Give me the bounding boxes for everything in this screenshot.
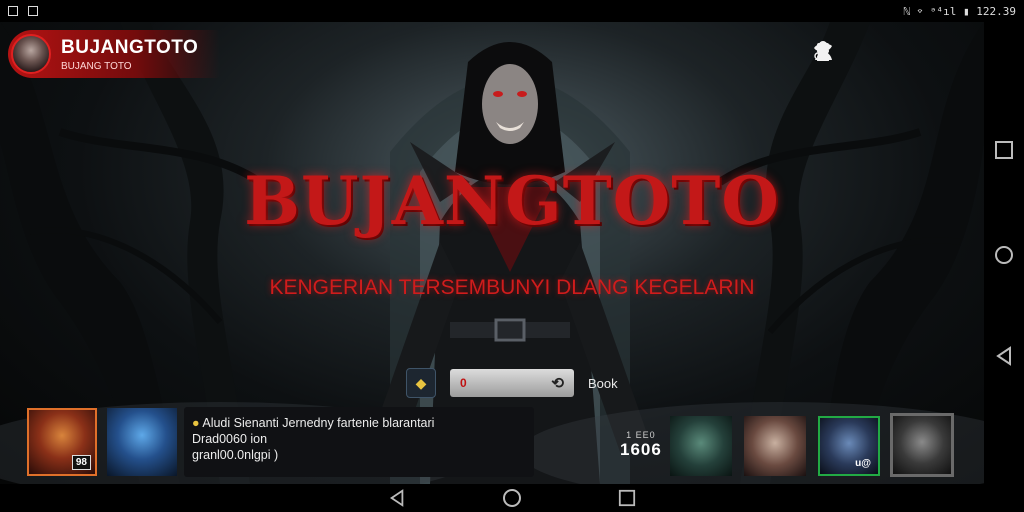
back-icon[interactable] xyxy=(388,489,406,507)
book-label[interactable]: Book xyxy=(588,376,618,391)
bottom-navigation-bar xyxy=(0,484,1024,512)
game-thumbnail-2[interactable] xyxy=(107,408,177,476)
game-thumbnail-3[interactable] xyxy=(670,416,732,476)
status-bar: ℕ ⌔ ᵊ⁴ıl ▮ 122.39 xyxy=(0,0,1024,22)
info-panel: ● Aludi Sienanti Jernedny fartenie blara… xyxy=(184,407,534,477)
info-line-3: granl00.0nlgpi ) xyxy=(192,448,279,462)
screenshot-icon xyxy=(28,6,38,16)
status-indicators: ℕ ⌔ ᵊ⁴ıl ▮ 122.39 xyxy=(903,4,1016,18)
diamond-icon[interactable]: ◆ xyxy=(406,368,436,398)
notification-icon xyxy=(8,6,18,16)
score-value: 1606 xyxy=(620,440,662,459)
avatar[interactable] xyxy=(11,34,51,74)
game-thumbnail-5[interactable]: u@ xyxy=(818,416,880,476)
home-icon[interactable] xyxy=(994,245,1014,265)
person-icon[interactable] xyxy=(817,40,926,62)
top-action-bar xyxy=(812,40,972,62)
value-field-text: 0 xyxy=(460,376,467,390)
thumbnail-tag: u@ xyxy=(855,458,871,469)
game-thumbnail-6[interactable] xyxy=(890,413,954,477)
game-thumbnail-4[interactable] xyxy=(744,416,806,476)
value-field[interactable]: 0 ⟲ xyxy=(450,369,574,397)
score-display: 1 EE0 1606 xyxy=(620,430,662,460)
home-icon[interactable] xyxy=(502,488,522,508)
control-row: ◆ 0 ⟲ Book xyxy=(406,368,618,398)
recent-apps-icon[interactable] xyxy=(618,489,636,507)
more-vert-icon[interactable] xyxy=(817,40,972,62)
app-subtitle: BUJANG TOTO xyxy=(61,60,132,72)
hero-title: BUJANGTOTO xyxy=(244,162,780,240)
recent-apps-icon[interactable] xyxy=(994,140,1014,160)
side-navigation-bar xyxy=(984,22,1024,484)
info-line-1: Aludi Sienanti Jernedny fartenie blarant… xyxy=(202,416,435,430)
user-settings-icon[interactable] xyxy=(814,40,880,62)
back-icon[interactable] xyxy=(994,346,1014,366)
info-line-2: Drad0060 ion xyxy=(192,432,268,446)
game-thumbnail-1[interactable]: 98 xyxy=(27,408,97,476)
coin-icon: ● xyxy=(192,416,200,430)
hero-tagline: KENGERIAN TERSEMBUNYI DLANG KEGELARIN xyxy=(269,276,755,299)
score-small: 1 EE0 xyxy=(626,430,656,440)
app-header-logo[interactable]: BUJANGTOTO BUJANG TOTO xyxy=(8,30,220,78)
refresh-icon[interactable]: ⟲ xyxy=(551,374,564,392)
app-title: BUJANGTOTO xyxy=(61,36,199,58)
thumbnail-tag: 98 xyxy=(71,455,91,470)
